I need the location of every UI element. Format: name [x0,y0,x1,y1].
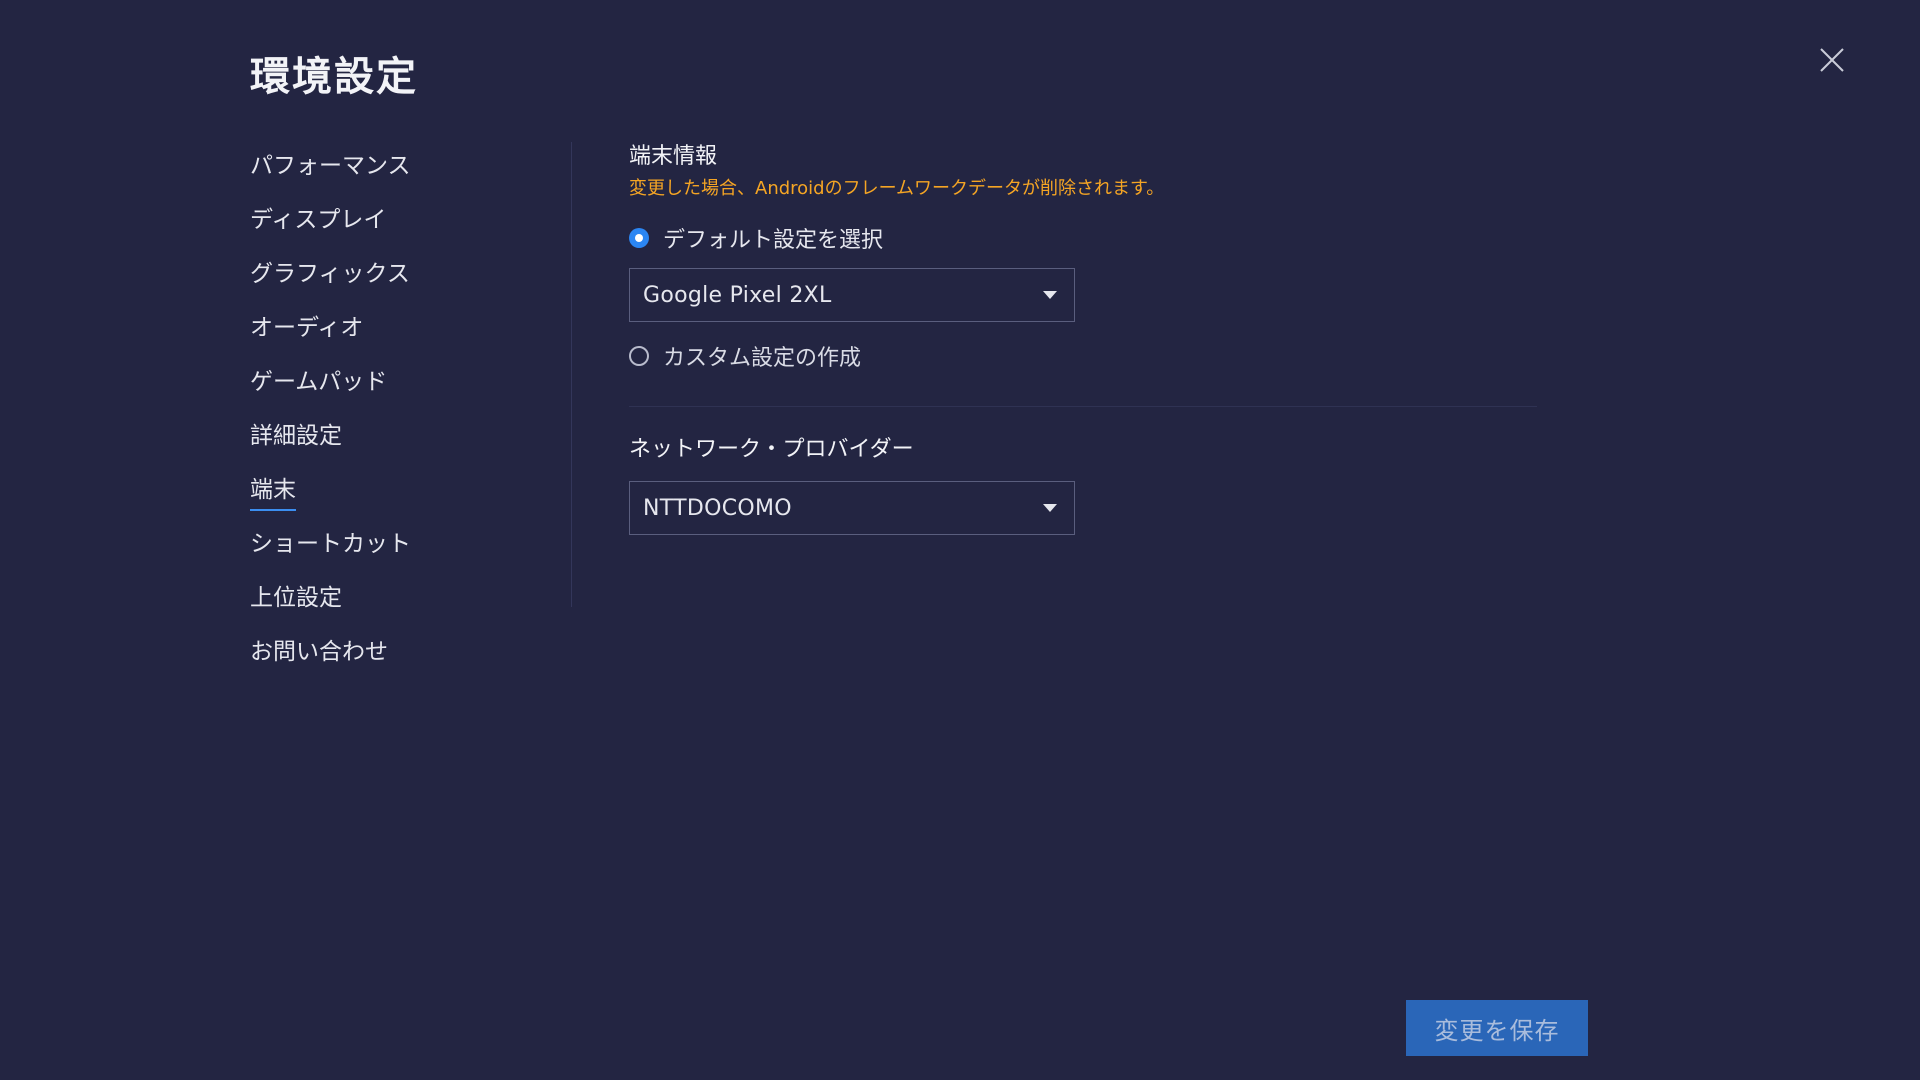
default-profile-option[interactable]: デフォルト設定を選択 [629,218,1539,258]
close-button[interactable] [1816,44,1848,76]
sidebar-item-label: ショートカット [250,531,411,557]
network-provider-title: ネットワーク・プロバイダー [629,437,914,462]
sidebar-item-device[interactable]: 端末 [250,470,550,524]
device-warning-text: 変更した場合、Androidのフレームワークデータが削除されます。 [629,178,1165,199]
default-profile-label: デフォルト設定を選択 [663,228,884,253]
sidebar-item-display[interactable]: ディスプレイ [250,200,550,254]
chevron-down-icon [1042,503,1058,513]
sidebar-item-preferences[interactable]: 上位設定 [250,578,550,632]
custom-profile-label: カスタム設定の作成 [663,346,862,371]
default-profile-radio[interactable] [629,228,649,248]
device-info-title: 端末情報 [629,144,718,169]
sidebar-item-label: パフォーマンス [250,153,411,179]
sidebar-item-label: ディスプレイ [250,207,387,233]
close-icon [1820,48,1844,72]
settings-window: 環境設定 パフォーマンス ディスプレイ グラフィックス オーディオ ゲームパッド… [0,0,1920,1080]
chevron-down-icon [1042,290,1058,300]
sidebar-item-label: 詳細設定 [250,423,342,449]
sidebar-divider [571,142,572,607]
save-changes-button[interactable]: 変更を保存 [1406,1000,1588,1056]
device-profile-value: Google Pixel 2XL [643,282,832,308]
sidebar-item-shortcuts[interactable]: ショートカット [250,524,550,578]
device-profile-select[interactable]: Google Pixel 2XL [629,268,1075,322]
network-provider-select[interactable]: NTTDOCOMO [629,481,1075,535]
sidebar-item-label: お問い合わせ [250,639,388,665]
settings-sidebar: パフォーマンス ディスプレイ グラフィックス オーディオ ゲームパッド 詳細設定… [250,146,550,686]
sidebar-item-label: オーディオ [250,315,364,341]
sidebar-item-contact[interactable]: お問い合わせ [250,632,550,686]
sidebar-item-label: ゲームパッド [250,369,388,395]
network-provider-value: NTTDOCOMO [643,495,792,521]
device-settings-panel: 端末情報 変更した場合、Androidのフレームワークデータが削除されます。 デ… [629,140,1539,535]
page-title: 環境設定 [250,54,418,100]
custom-profile-option[interactable]: カスタム設定の作成 [629,336,1539,376]
sidebar-item-audio[interactable]: オーディオ [250,308,550,362]
sidebar-item-label: グラフィックス [250,261,410,287]
section-divider [629,406,1537,407]
sidebar-item-label: 上位設定 [250,585,342,611]
custom-profile-radio[interactable] [629,346,649,366]
sidebar-item-performance[interactable]: パフォーマンス [250,146,550,200]
sidebar-item-gamepad[interactable]: ゲームパッド [250,362,550,416]
sidebar-item-advanced[interactable]: 詳細設定 [250,416,550,470]
sidebar-item-label: 端末 [250,473,296,511]
sidebar-item-graphics[interactable]: グラフィックス [250,254,550,308]
